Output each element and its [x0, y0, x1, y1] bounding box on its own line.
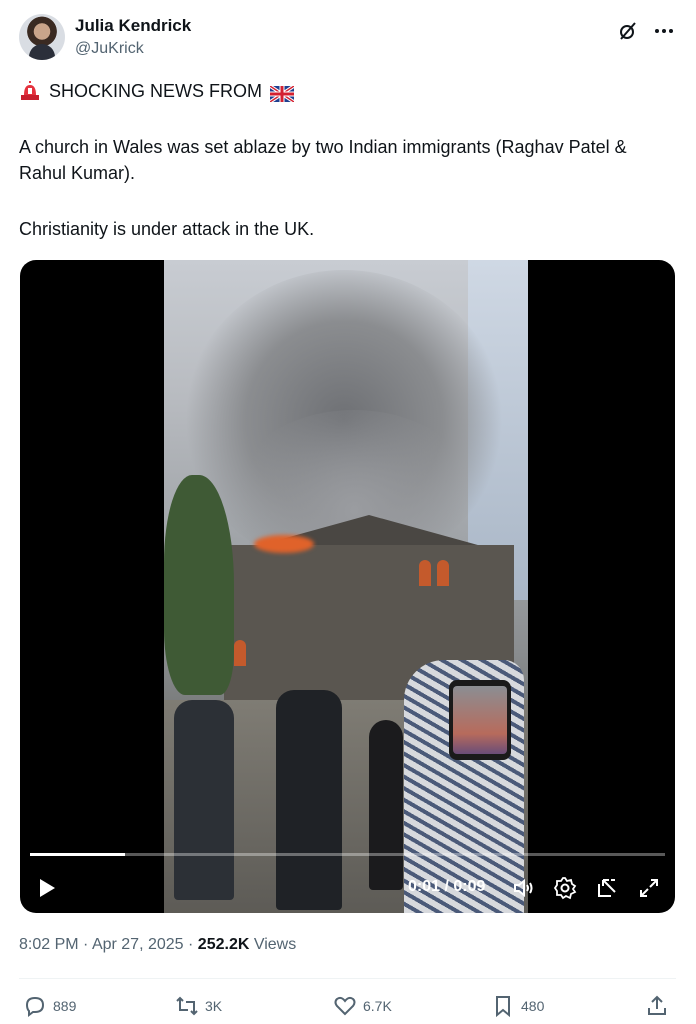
heart-icon	[334, 996, 356, 1016]
reply-count: 889	[53, 998, 77, 1014]
views-label: Views	[253, 936, 297, 953]
siren-emoji-icon	[19, 81, 41, 101]
repost-icon	[176, 996, 198, 1016]
tweet-meta: 8:02 PM · Apr 27, 2025 · 252.2K Views	[19, 936, 296, 954]
meta-separator-2: ·	[188, 936, 194, 953]
headline-text: SHOCKING NEWS FROM	[49, 81, 263, 101]
like-count: 6.7K	[363, 998, 392, 1014]
bookmark-count: 480	[521, 998, 545, 1014]
video-player[interactable]: 0:01 / 0:09	[20, 260, 675, 913]
headline-line: SHOCKING NEWS FROM	[19, 78, 659, 104]
more-icon[interactable]	[653, 20, 675, 42]
video-controls: 0:01 / 0:09	[20, 870, 675, 906]
author-name[interactable]: Julia Kendrick	[75, 16, 191, 36]
divider	[19, 978, 676, 979]
tweet-date[interactable]: Apr 27, 2025	[92, 936, 184, 953]
views-count: 252.2K	[197, 936, 250, 953]
avatar[interactable]	[19, 14, 65, 60]
share-button[interactable]	[645, 994, 669, 1018]
like-button[interactable]: 6.7K	[333, 994, 392, 1018]
header-actions	[617, 20, 675, 42]
reply-icon	[25, 996, 45, 1017]
tweet-time[interactable]: 8:02 PM	[19, 936, 79, 953]
share-icon	[648, 995, 666, 1015]
meta-separator: ·	[83, 936, 89, 953]
video-time: 0:01 / 0:09	[408, 878, 486, 895]
tweet-paragraph-2: Christianity is under attack in the UK.	[19, 219, 315, 239]
tweet-paragraph-1: A church in Wales was set ablaze by two …	[19, 137, 627, 183]
tweet-text: SHOCKING NEWS FROM A church in Wales was…	[19, 78, 659, 242]
video-frame[interactable]	[164, 260, 528, 913]
settings-icon[interactable]	[553, 876, 577, 900]
volume-icon[interactable]	[512, 876, 536, 900]
video-progress-fill	[30, 853, 126, 856]
author-handle[interactable]: @JuKrick	[75, 40, 144, 58]
reply-button[interactable]: 889	[23, 994, 76, 1018]
bookmark-icon	[496, 996, 510, 1018]
grok-icon[interactable]	[617, 20, 639, 42]
uk-flag-icon	[269, 83, 295, 104]
fullscreen-icon[interactable]	[637, 876, 661, 900]
repost-count: 3K	[205, 998, 223, 1014]
bookmark-button[interactable]: 480	[491, 994, 544, 1018]
repost-button[interactable]: 3K	[175, 994, 222, 1018]
pop-out-icon[interactable]	[595, 876, 619, 900]
tweet-header: Julia Kendrick @JuKrick	[19, 12, 679, 64]
video-progress-bar[interactable]	[30, 853, 665, 856]
tweet-actions: 889 3K 6.7K 480	[19, 990, 676, 1022]
play-icon[interactable]	[36, 876, 58, 900]
